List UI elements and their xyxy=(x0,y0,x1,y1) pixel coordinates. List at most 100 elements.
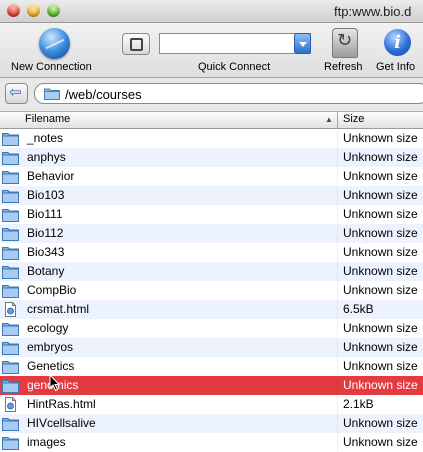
folder-icon xyxy=(2,188,19,203)
folder-icon xyxy=(2,226,19,241)
column-divider xyxy=(337,205,338,224)
file-size: Unknown size xyxy=(343,131,418,145)
file-size: Unknown size xyxy=(343,283,418,297)
folder-icon xyxy=(2,283,19,298)
bookmark-toggle-button[interactable] xyxy=(122,33,150,55)
file-size: Unknown size xyxy=(343,435,418,449)
file-name: images xyxy=(27,435,66,449)
file-name: Bio111 xyxy=(27,207,63,221)
column-divider xyxy=(337,186,338,205)
file-size: Unknown size xyxy=(343,378,418,392)
file-name: HIVcellsalive xyxy=(27,416,96,430)
file-row[interactable]: ecology Unknown size xyxy=(0,319,423,338)
file-row[interactable]: embryos Unknown size xyxy=(0,338,423,357)
column-divider xyxy=(337,281,338,300)
file-row[interactable]: crsmat.html 6.5kB xyxy=(0,300,423,319)
file-name: Botany xyxy=(27,264,65,278)
file-row[interactable]: genomicsUnknown size xyxy=(0,376,423,395)
refresh-icon[interactable] xyxy=(332,28,358,58)
refresh-button[interactable]: Refresh xyxy=(324,61,363,73)
file-row[interactable]: Bio103 Unknown size xyxy=(0,186,423,205)
folder-icon xyxy=(2,435,19,450)
title-bar: ftp:www.bio.d xyxy=(0,0,423,23)
current-path: /web/courses xyxy=(65,87,142,102)
file-list: _notes Unknown size anphys Unknown size Beha… xyxy=(0,129,423,452)
file-name: ecology xyxy=(27,321,69,335)
column-divider xyxy=(337,376,338,395)
file-row[interactable]: Bio343 Unknown size xyxy=(0,243,423,262)
file-row[interactable]: Behavior Unknown size xyxy=(0,167,423,186)
file-name: _notes xyxy=(27,131,64,145)
column-divider xyxy=(337,319,338,338)
file-size: Unknown size xyxy=(343,340,418,354)
file-size: Unknown size xyxy=(343,359,418,373)
back-button[interactable] xyxy=(5,83,28,104)
folder-icon xyxy=(2,340,19,355)
toolbar: New Connection Quick Connect Refresh i G… xyxy=(0,23,423,78)
file-row[interactable]: CompBio Unknown size xyxy=(0,281,423,300)
file-size: Unknown size xyxy=(343,169,418,183)
folder-icon xyxy=(2,359,19,374)
file-name: CompBio xyxy=(27,283,77,297)
get-info-button[interactable]: Get Info xyxy=(376,61,415,73)
file-name: HintRas.html xyxy=(27,397,96,411)
zoom-window-button[interactable] xyxy=(47,4,60,17)
file-row[interactable]: HIVcellsalive Unknown size xyxy=(0,414,423,433)
window-title: ftp:www.bio.d xyxy=(334,4,412,19)
folder-icon xyxy=(2,245,19,260)
column-divider xyxy=(337,262,338,281)
folder-icon xyxy=(2,207,19,222)
html-file-icon xyxy=(2,302,19,317)
minimize-window-button[interactable] xyxy=(27,4,40,17)
column-header-filename[interactable]: Filename xyxy=(25,113,70,125)
file-name: Behavior xyxy=(27,169,75,183)
folder-icon xyxy=(2,150,19,165)
file-name: Bio103 xyxy=(27,188,65,202)
file-list-header: Filename ▲ Size xyxy=(0,112,423,129)
folder-icon xyxy=(2,131,19,146)
file-size: Unknown size xyxy=(343,416,418,430)
info-icon[interactable]: i xyxy=(384,29,411,56)
close-window-button[interactable] xyxy=(7,4,20,17)
file-row[interactable]: Bio111 Unknown size xyxy=(0,205,423,224)
file-size: Unknown size xyxy=(343,264,418,278)
file-row[interactable]: Botany Unknown size xyxy=(0,262,423,281)
quick-connect-label: Quick Connect xyxy=(198,61,271,73)
file-name: Bio343 xyxy=(27,245,65,259)
file-row[interactable]: HintRas.html 2.1kB xyxy=(0,395,423,414)
column-divider xyxy=(337,148,338,167)
file-row[interactable]: _notes Unknown size xyxy=(0,129,423,148)
new-connection-button[interactable]: New Connection xyxy=(11,61,92,73)
file-row[interactable]: anphys Unknown size xyxy=(0,148,423,167)
folder-icon xyxy=(2,169,19,184)
file-size: 6.5kB xyxy=(343,302,374,316)
file-name: embryos xyxy=(27,340,74,354)
file-size: 2.1kB xyxy=(343,397,374,411)
file-row[interactable]: images Unknown size xyxy=(0,433,423,452)
file-size: Unknown size xyxy=(343,207,418,221)
path-bar: /web/courses xyxy=(0,78,423,112)
globe-icon[interactable] xyxy=(39,28,70,59)
column-divider xyxy=(337,395,338,414)
folder-icon xyxy=(44,87,60,103)
folder-icon xyxy=(2,321,19,336)
file-row[interactable]: Genetics Unknown size xyxy=(0,357,423,376)
column-divider xyxy=(337,433,338,452)
chevron-down-icon[interactable] xyxy=(294,33,311,54)
file-name: Genetics xyxy=(27,359,75,373)
path-popup[interactable]: /web/courses xyxy=(34,83,423,104)
quick-connect-combo[interactable] xyxy=(159,33,311,54)
file-row[interactable]: Bio112 Unknown size xyxy=(0,224,423,243)
column-header-size[interactable]: Size xyxy=(343,113,364,125)
column-divider[interactable] xyxy=(337,112,338,128)
column-divider xyxy=(337,167,338,186)
file-size: Unknown size xyxy=(343,188,418,202)
column-divider xyxy=(337,243,338,262)
file-size: Unknown size xyxy=(343,245,418,259)
file-size: Unknown size xyxy=(343,226,418,240)
file-size: Unknown size xyxy=(343,321,418,335)
column-divider xyxy=(337,414,338,433)
column-divider xyxy=(337,224,338,243)
folder-icon xyxy=(2,378,19,393)
folder-icon xyxy=(2,416,19,431)
